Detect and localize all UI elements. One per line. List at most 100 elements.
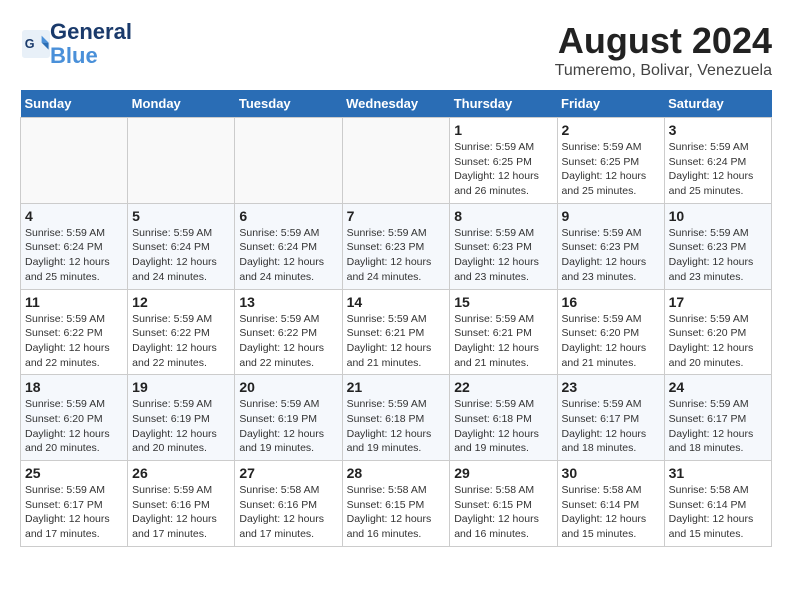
day-number: 5	[132, 208, 230, 224]
day-info: Sunrise: 5:59 AM Sunset: 6:17 PM Dayligh…	[669, 397, 767, 456]
calendar-cell: 28 Sunrise: 5:58 AM Sunset: 6:15 PM Dayli…	[342, 461, 450, 547]
calendar-cell: 25 Sunrise: 5:59 AM Sunset: 6:17 PM Dayli…	[21, 461, 128, 547]
calendar-cell: 7 Sunrise: 5:59 AM Sunset: 6:23 PM Daylig…	[342, 203, 450, 289]
day-number: 17	[669, 294, 767, 310]
calendar-week-row: 18 Sunrise: 5:59 AM Sunset: 6:20 PM Dayli…	[21, 375, 772, 461]
day-number: 20	[239, 379, 337, 395]
calendar-cell: 12Sunrise: 5:59 AM Sunset: 6:22 PM Dayli…	[128, 289, 235, 375]
calendar-cell: 10Sunrise: 5:59 AM Sunset: 6:23 PM Dayli…	[664, 203, 771, 289]
weekday-header-wednesday: Wednesday	[342, 90, 450, 118]
day-info: Sunrise: 5:59 AM Sunset: 6:20 PM Dayligh…	[25, 397, 123, 456]
calendar-cell: 27 Sunrise: 5:58 AM Sunset: 6:16 PM Dayli…	[235, 461, 342, 547]
calendar-cell: 13Sunrise: 5:59 AM Sunset: 6:22 PM Dayli…	[235, 289, 342, 375]
logo-general: General	[50, 20, 132, 44]
logo-blue: Blue	[50, 44, 132, 68]
day-info: Sunrise: 5:59 AM Sunset: 6:20 PM Dayligh…	[669, 312, 767, 371]
day-info: Sunrise: 5:59 AM Sunset: 6:16 PM Dayligh…	[132, 483, 230, 542]
calendar-cell: 20 Sunrise: 5:59 AM Sunset: 6:19 PM Dayli…	[235, 375, 342, 461]
weekday-header-sunday: Sunday	[21, 90, 128, 118]
day-number: 19	[132, 379, 230, 395]
calendar-week-row: 4 Sunrise: 5:59 AM Sunset: 6:24 PM Daylig…	[21, 203, 772, 289]
day-info: Sunrise: 5:59 AM Sunset: 6:23 PM Dayligh…	[347, 226, 446, 285]
day-info: Sunrise: 5:59 AM Sunset: 6:17 PM Dayligh…	[25, 483, 123, 542]
weekday-header-saturday: Saturday	[664, 90, 771, 118]
day-number: 14	[347, 294, 446, 310]
calendar-cell: 5 Sunrise: 5:59 AM Sunset: 6:24 PM Daylig…	[128, 203, 235, 289]
calendar-cell: 18 Sunrise: 5:59 AM Sunset: 6:20 PM Dayli…	[21, 375, 128, 461]
calendar-cell: 14Sunrise: 5:59 AM Sunset: 6:21 PM Dayli…	[342, 289, 450, 375]
calendar-cell: 2Sunrise: 5:59 AM Sunset: 6:25 PM Daylig…	[557, 118, 664, 204]
day-number: 23	[562, 379, 660, 395]
day-info: Sunrise: 5:59 AM Sunset: 6:23 PM Dayligh…	[562, 226, 660, 285]
day-number: 6	[239, 208, 337, 224]
day-info: Sunrise: 5:59 AM Sunset: 6:25 PM Dayligh…	[562, 140, 660, 199]
calendar-cell: 1 Sunrise: 5:59 AM Sunset: 6:25 PM Daylig…	[450, 118, 557, 204]
calendar-cell: 6Sunrise: 5:59 AM Sunset: 6:24 PM Daylig…	[235, 203, 342, 289]
day-info: Sunrise: 5:58 AM Sunset: 6:15 PM Dayligh…	[454, 483, 552, 542]
day-number: 7	[347, 208, 446, 224]
day-info: Sunrise: 5:58 AM Sunset: 6:14 PM Dayligh…	[562, 483, 660, 542]
calendar-cell: 11Sunrise: 5:59 AM Sunset: 6:22 PM Dayli…	[21, 289, 128, 375]
location-title: Tumeremo, Bolivar, Venezuela	[555, 62, 772, 80]
day-info: Sunrise: 5:59 AM Sunset: 6:18 PM Dayligh…	[454, 397, 552, 456]
calendar-cell: 17 Sunrise: 5:59 AM Sunset: 6:20 PM Dayli…	[664, 289, 771, 375]
calendar-week-row: 11Sunrise: 5:59 AM Sunset: 6:22 PM Dayli…	[21, 289, 772, 375]
day-info: Sunrise: 5:59 AM Sunset: 6:21 PM Dayligh…	[454, 312, 552, 371]
day-number: 10	[669, 208, 767, 224]
day-info: Sunrise: 5:59 AM Sunset: 6:17 PM Dayligh…	[562, 397, 660, 456]
calendar-cell: 31Sunrise: 5:58 AM Sunset: 6:14 PM Dayli…	[664, 461, 771, 547]
day-info: Sunrise: 5:58 AM Sunset: 6:14 PM Dayligh…	[669, 483, 767, 542]
calendar-cell: 29 Sunrise: 5:58 AM Sunset: 6:15 PM Dayli…	[450, 461, 557, 547]
day-info: Sunrise: 5:58 AM Sunset: 6:15 PM Dayligh…	[347, 483, 446, 542]
day-number: 8	[454, 208, 552, 224]
calendar-cell: 9Sunrise: 5:59 AM Sunset: 6:23 PM Daylig…	[557, 203, 664, 289]
weekday-header-friday: Friday	[557, 90, 664, 118]
day-info: Sunrise: 5:59 AM Sunset: 6:24 PM Dayligh…	[132, 226, 230, 285]
day-number: 29	[454, 465, 552, 481]
calendar-cell: 3 Sunrise: 5:59 AM Sunset: 6:24 PM Daylig…	[664, 118, 771, 204]
day-number: 25	[25, 465, 123, 481]
calendar-cell	[21, 118, 128, 204]
day-info: Sunrise: 5:59 AM Sunset: 6:25 PM Dayligh…	[454, 140, 552, 199]
calendar-cell: 16 Sunrise: 5:59 AM Sunset: 6:20 PM Dayli…	[557, 289, 664, 375]
day-info: Sunrise: 5:59 AM Sunset: 6:24 PM Dayligh…	[669, 140, 767, 199]
calendar-cell: 8 Sunrise: 5:59 AM Sunset: 6:23 PM Daylig…	[450, 203, 557, 289]
calendar-cell: 22Sunrise: 5:59 AM Sunset: 6:18 PM Dayli…	[450, 375, 557, 461]
day-info: Sunrise: 5:59 AM Sunset: 6:19 PM Dayligh…	[132, 397, 230, 456]
svg-text:G: G	[25, 37, 35, 51]
day-info: Sunrise: 5:59 AM Sunset: 6:18 PM Dayligh…	[347, 397, 446, 456]
day-number: 12	[132, 294, 230, 310]
day-number: 16	[562, 294, 660, 310]
weekday-header-tuesday: Tuesday	[235, 90, 342, 118]
calendar-cell: 4 Sunrise: 5:59 AM Sunset: 6:24 PM Daylig…	[21, 203, 128, 289]
weekday-header-thursday: Thursday	[450, 90, 557, 118]
day-number: 27	[239, 465, 337, 481]
day-number: 1	[454, 122, 552, 138]
weekday-header-monday: Monday	[128, 90, 235, 118]
day-number: 28	[347, 465, 446, 481]
calendar-cell: 30 Sunrise: 5:58 AM Sunset: 6:14 PM Dayli…	[557, 461, 664, 547]
day-info: Sunrise: 5:59 AM Sunset: 6:23 PM Dayligh…	[454, 226, 552, 285]
calendar-cell	[128, 118, 235, 204]
day-number: 3	[669, 122, 767, 138]
day-info: Sunrise: 5:59 AM Sunset: 6:22 PM Dayligh…	[25, 312, 123, 371]
day-info: Sunrise: 5:59 AM Sunset: 6:20 PM Dayligh…	[562, 312, 660, 371]
calendar-cell: 24 Sunrise: 5:59 AM Sunset: 6:17 PM Dayli…	[664, 375, 771, 461]
calendar-cell: 21Sunrise: 5:59 AM Sunset: 6:18 PM Dayli…	[342, 375, 450, 461]
calendar-cell: 26 Sunrise: 5:59 AM Sunset: 6:16 PM Dayli…	[128, 461, 235, 547]
day-number: 4	[25, 208, 123, 224]
logo: G General Blue	[20, 20, 132, 68]
calendar-cell: 15Sunrise: 5:59 AM Sunset: 6:21 PM Dayli…	[450, 289, 557, 375]
month-year-title: August 2024	[555, 20, 772, 62]
day-number: 24	[669, 379, 767, 395]
day-number: 18	[25, 379, 123, 395]
calendar-cell	[342, 118, 450, 204]
calendar-week-row: 1 Sunrise: 5:59 AM Sunset: 6:25 PM Daylig…	[21, 118, 772, 204]
day-info: Sunrise: 5:59 AM Sunset: 6:19 PM Dayligh…	[239, 397, 337, 456]
day-info: Sunrise: 5:58 AM Sunset: 6:16 PM Dayligh…	[239, 483, 337, 542]
calendar-week-row: 25 Sunrise: 5:59 AM Sunset: 6:17 PM Dayli…	[21, 461, 772, 547]
day-info: Sunrise: 5:59 AM Sunset: 6:24 PM Dayligh…	[25, 226, 123, 285]
day-number: 30	[562, 465, 660, 481]
day-info: Sunrise: 5:59 AM Sunset: 6:22 PM Dayligh…	[239, 312, 337, 371]
day-number: 26	[132, 465, 230, 481]
